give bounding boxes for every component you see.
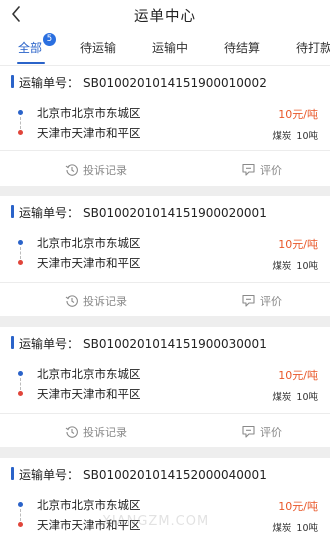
origin-dot-icon xyxy=(18,502,23,507)
order-marker xyxy=(11,75,14,88)
history-icon xyxy=(65,295,78,307)
complaint-record-button[interactable]: 投诉记录 xyxy=(65,162,127,178)
destination-dot-icon xyxy=(18,522,23,527)
order-card[interactable]: 运输单号： SB0100201014151900020001 北京市北京市东城区 … xyxy=(0,196,330,316)
destination-dot-icon xyxy=(18,391,23,396)
origin-dot-icon xyxy=(18,240,23,245)
review-button[interactable]: 评价 xyxy=(241,293,282,309)
review-button[interactable]: 评价 xyxy=(241,424,282,440)
destination-address: 天津市天津市和平区 xyxy=(37,256,141,270)
order-number: 运输单号： SB0100201014152000040001 xyxy=(19,468,267,482)
origin-address: 北京市北京市东城区 xyxy=(37,236,141,250)
cargo-info: 煤炭 10吨 xyxy=(272,131,318,142)
tab-pending-settlement[interactable]: 待结算 xyxy=(224,39,260,56)
tab-in-transit[interactable]: 运输中 xyxy=(152,39,188,56)
route-line xyxy=(20,117,21,129)
order-number: 运输单号： SB0100201014151900010002 xyxy=(19,76,267,90)
tab-pending-transport[interactable]: 待运输 xyxy=(80,39,116,56)
order-marker xyxy=(11,336,14,349)
freight-price: 10元/吨 xyxy=(278,238,318,251)
cargo-info: 煤炭 10吨 xyxy=(272,261,318,272)
freight-price: 10元/吨 xyxy=(278,369,318,382)
order-card[interactable]: 运输单号： SB0100201014151900030001 北京市北京市东城区 … xyxy=(0,327,330,447)
origin-address: 北京市北京市东城区 xyxy=(37,106,141,120)
destination-address: 天津市天津市和平区 xyxy=(37,387,141,401)
history-icon xyxy=(65,426,78,438)
complaint-record-button[interactable]: 投诉记录 xyxy=(65,293,127,309)
cargo-info: 煤炭 10吨 xyxy=(272,523,318,534)
destination-dot-icon xyxy=(18,130,23,135)
freight-price: 10元/吨 xyxy=(278,500,318,513)
order-number: 运输单号： SB0100201014151900020001 xyxy=(19,206,267,220)
order-number: 运输单号： SB0100201014151900030001 xyxy=(19,337,267,351)
order-card[interactable]: 运输单号： SB0100201014151900010002 北京市北京市东城区 … xyxy=(0,66,330,186)
card-divider xyxy=(0,413,330,414)
tab-all[interactable]: 全部 xyxy=(18,39,42,56)
watermark-text: XIANGZM.COM xyxy=(102,514,210,529)
review-button[interactable]: 评价 xyxy=(241,162,282,178)
card-divider xyxy=(0,282,330,283)
destination-dot-icon xyxy=(18,260,23,265)
history-icon xyxy=(65,164,78,176)
origin-dot-icon xyxy=(18,110,23,115)
route-line xyxy=(20,509,21,521)
tab-pending-payment[interactable]: 待打款 xyxy=(296,39,330,56)
card-divider xyxy=(0,150,330,151)
order-marker xyxy=(11,467,14,480)
destination-address: 天津市天津市和平区 xyxy=(37,126,141,140)
route-line xyxy=(20,378,21,390)
review-icon xyxy=(242,425,255,438)
origin-address: 北京市北京市东城区 xyxy=(37,367,141,381)
cargo-info: 煤炭 10吨 xyxy=(272,392,318,403)
tab-count-badge: 5 xyxy=(43,33,56,46)
origin-address: 北京市北京市东城区 xyxy=(37,498,141,512)
status-tabs: 全部 5 待运输 运输中 待结算 待打款 xyxy=(0,30,330,66)
review-icon xyxy=(242,163,255,176)
origin-dot-icon xyxy=(18,371,23,376)
complaint-record-button[interactable]: 投诉记录 xyxy=(65,424,127,440)
route-line xyxy=(20,247,21,259)
order-card[interactable]: 运输单号： SB0100201014152000040001 北京市北京市东城区 … xyxy=(0,458,330,550)
order-marker xyxy=(11,205,14,218)
active-tab-indicator xyxy=(17,62,45,64)
page-title: 运单中心 xyxy=(134,9,196,25)
header-bar: 运单中心 xyxy=(0,0,330,30)
review-icon xyxy=(242,294,255,307)
freight-price: 10元/吨 xyxy=(278,108,318,121)
